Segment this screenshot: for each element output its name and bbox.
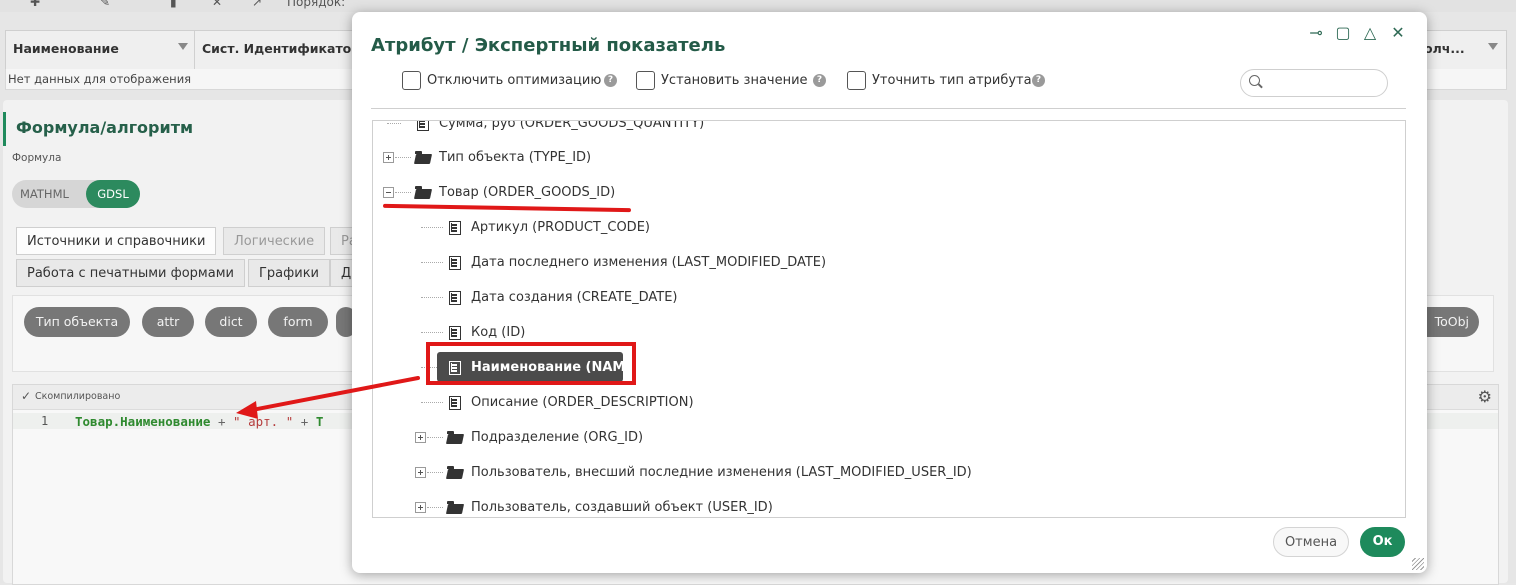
- annotation-arrow: [236, 376, 420, 419]
